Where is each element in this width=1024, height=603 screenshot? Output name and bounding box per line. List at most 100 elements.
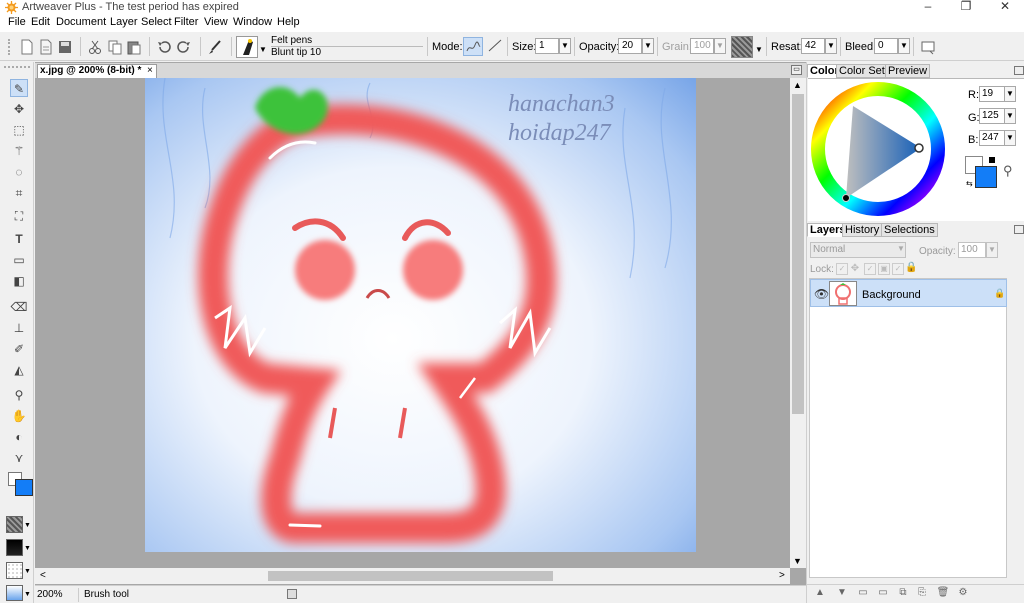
brush-tool-icon[interactable]: ✎ bbox=[10, 79, 28, 97]
color-picker-stamp-icon[interactable]: ⚲ bbox=[1003, 163, 1013, 179]
texture-pattern-swatch[interactable] bbox=[6, 516, 23, 533]
lasso-icon[interactable]: ◌ bbox=[10, 163, 28, 181]
green-dropdown-icon[interactable]: ▼ bbox=[1004, 108, 1016, 124]
brush-tool-icon[interactable] bbox=[207, 39, 223, 55]
rectangle-select-icon[interactable]: ⬚ bbox=[10, 121, 28, 139]
resat-input[interactable]: 42 bbox=[801, 38, 825, 54]
reset-colors-icon[interactable] bbox=[989, 157, 995, 163]
paste-icon[interactable] bbox=[126, 39, 142, 55]
workspace-menu-icon[interactable]: ▭ bbox=[791, 65, 802, 75]
menu-layer[interactable]: Layer bbox=[110, 16, 138, 28]
copy-icon[interactable] bbox=[107, 39, 123, 55]
layer-name[interactable]: Background bbox=[862, 289, 921, 301]
lock-all-icon[interactable]: 🔒 bbox=[905, 262, 917, 274]
scroll-up-icon[interactable]: ▲ bbox=[793, 80, 802, 90]
menu-document[interactable]: Document bbox=[56, 16, 106, 28]
paper-texture-swatch[interactable] bbox=[731, 36, 753, 58]
eraser-icon[interactable]: ⌫ bbox=[10, 298, 28, 316]
tab-history[interactable]: History bbox=[842, 223, 883, 237]
tab-preview[interactable]: Preview bbox=[885, 64, 931, 78]
foreground-color-swatch[interactable] bbox=[15, 479, 33, 496]
close-document-icon[interactable]: × bbox=[147, 65, 153, 77]
hand-icon[interactable]: ✋ bbox=[10, 407, 28, 425]
menu-window[interactable]: Window bbox=[233, 16, 272, 28]
menu-file[interactable]: File bbox=[8, 16, 26, 28]
layer-visibility-eye-icon[interactable]: 👁 bbox=[814, 287, 829, 301]
gradient-swatch[interactable] bbox=[6, 539, 23, 556]
open-file-icon[interactable] bbox=[38, 39, 54, 55]
layer-settings-icon[interactable]: ⚙ bbox=[956, 587, 970, 599]
menu-view[interactable]: View bbox=[204, 16, 228, 28]
horizontal-scrollbar[interactable]: < > bbox=[35, 568, 790, 584]
fill-swatch[interactable] bbox=[6, 585, 23, 601]
grain-dropdown-icon[interactable]: ▼ bbox=[714, 38, 726, 54]
swap-colors-icon[interactable]: ⇆ bbox=[966, 179, 973, 188]
new-group-icon[interactable]: ▭ bbox=[876, 587, 890, 599]
canvas[interactable]: hanachan3 hoidap247 bbox=[145, 78, 696, 552]
texture-dropdown-icon[interactable]: ▼ bbox=[24, 522, 31, 529]
opacity-input[interactable]: 20 bbox=[618, 38, 642, 54]
color-panel-menu-icon[interactable] bbox=[1014, 66, 1024, 75]
fill-dropdown-icon[interactable]: ▼ bbox=[24, 591, 31, 598]
scroll-left-icon[interactable]: < bbox=[40, 570, 46, 581]
cut-icon[interactable] bbox=[87, 39, 103, 55]
vertical-scrollbar[interactable]: ▲ ▼ bbox=[790, 78, 806, 568]
zoom-icon[interactable]: ⚲ bbox=[10, 386, 28, 404]
layer-opacity-dropdown-icon[interactable]: ▼ bbox=[986, 242, 998, 258]
lock-image-icon[interactable]: ▣ bbox=[878, 263, 890, 275]
blend-mode-dropdown-icon[interactable]: ▼ bbox=[897, 244, 905, 253]
mode-line-button[interactable] bbox=[486, 37, 504, 56]
close-window-button[interactable]: ✕ bbox=[987, 0, 1023, 15]
new-layer-icon[interactable]: ▭ bbox=[856, 587, 870, 599]
merge-layer-icon[interactable]: ⎘ bbox=[915, 587, 929, 599]
mode-freehand-button[interactable] bbox=[463, 37, 483, 56]
scroll-down-icon[interactable]: ▼ bbox=[793, 556, 802, 566]
menu-filter[interactable]: Filter bbox=[174, 16, 198, 28]
layers-panel-menu-icon[interactable] bbox=[1014, 225, 1024, 234]
restore-button[interactable]: ❐ bbox=[948, 0, 984, 15]
vertical-scroll-thumb[interactable] bbox=[792, 94, 804, 414]
blend-mode-select[interactable]: Normal bbox=[810, 242, 906, 258]
lock-transparency-icon[interactable]: ✓ bbox=[836, 263, 848, 275]
layer-opacity-input[interactable]: 100 bbox=[958, 242, 986, 258]
eyedropper-icon[interactable]: ✐ bbox=[10, 340, 28, 358]
green-input[interactable]: 125 bbox=[979, 108, 1007, 124]
paint-bucket-icon[interactable]: ◭ bbox=[10, 361, 28, 379]
status-info-icon[interactable] bbox=[287, 589, 297, 599]
horizontal-scroll-thumb[interactable] bbox=[268, 571, 553, 581]
duplicate-layer-icon[interactable]: ⧉ bbox=[896, 587, 910, 599]
save-icon[interactable] bbox=[57, 39, 73, 55]
shape-tool-icon[interactable]: ▭ bbox=[10, 251, 28, 269]
reset-tool-icon[interactable] bbox=[920, 39, 936, 55]
red-dropdown-icon[interactable]: ▼ bbox=[1004, 86, 1016, 102]
gradient-icon[interactable]: ◧ bbox=[10, 272, 28, 290]
lock-pixels-check-icon[interactable]: ✓ bbox=[864, 263, 876, 275]
crop-icon[interactable]: ⌗ bbox=[10, 184, 28, 202]
color-wheel[interactable] bbox=[810, 81, 946, 217]
move-tool-icon[interactable]: ✥ bbox=[10, 100, 28, 118]
blue-dropdown-icon[interactable]: ▼ bbox=[1004, 130, 1016, 146]
zoom-level[interactable]: 200% bbox=[37, 588, 79, 602]
delete-layer-icon[interactable]: 🗑 bbox=[936, 587, 950, 599]
rotate-view-icon[interactable]: ◐ bbox=[10, 428, 28, 446]
blue-input[interactable]: 247 bbox=[979, 130, 1007, 146]
resat-dropdown-icon[interactable]: ▼ bbox=[825, 38, 837, 54]
layer-row[interactable]: 👁 Background 🔒 bbox=[810, 279, 1007, 307]
menu-help[interactable]: Help bbox=[277, 16, 300, 28]
transform-icon[interactable]: ⛶ bbox=[10, 207, 28, 225]
symmetry-icon[interactable]: ⋎ bbox=[10, 449, 28, 467]
document-tab[interactable]: x.jpg @ 200% (8-bit) * × bbox=[37, 64, 157, 78]
new-file-icon[interactable] bbox=[19, 39, 35, 55]
red-input[interactable]: 19 bbox=[979, 86, 1007, 102]
scroll-right-icon[interactable]: > bbox=[779, 570, 785, 581]
tab-color-set[interactable]: Color Set bbox=[836, 64, 888, 78]
pattern-swatch[interactable] bbox=[6, 562, 23, 579]
opacity-dropdown-icon[interactable]: ▼ bbox=[642, 38, 654, 54]
redo-icon[interactable] bbox=[176, 39, 192, 55]
stamp-icon[interactable]: ⊥ bbox=[10, 319, 28, 337]
lock-position-icon[interactable]: ✥ bbox=[849, 263, 861, 275]
magic-wand-icon[interactable]: ⚚ bbox=[10, 142, 28, 160]
panel-foreground-swatch[interactable] bbox=[975, 166, 997, 188]
pattern-dropdown-icon[interactable]: ▼ bbox=[24, 568, 31, 575]
brush-preset-dropdown[interactable]: ▼ bbox=[259, 45, 267, 54]
